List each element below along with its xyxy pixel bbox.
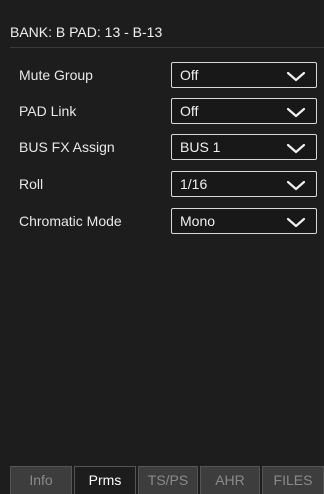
param-row-pad-link: PAD Link Off (10, 96, 324, 126)
param-row-bus-fx-assign: BUS FX Assign BUS 1 (10, 132, 324, 162)
chevron-down-icon (286, 180, 306, 191)
chevron-down-icon (286, 107, 306, 118)
bus-fx-assign-value: BUS 1 (180, 139, 221, 155)
roll-select[interactable]: 1/16 (171, 171, 317, 197)
pad-link-value: Off (180, 103, 199, 119)
tab-ts-ps[interactable]: TS/PS (138, 466, 198, 494)
tab-ahr[interactable]: AHR (200, 466, 260, 494)
bus-fx-assign-label: BUS FX Assign (19, 139, 115, 155)
param-row-roll: Roll 1/16 (10, 169, 324, 199)
tab-bar: Info Prms TS/PS AHR FILES (10, 466, 324, 494)
chromatic-mode-select[interactable]: Mono (171, 208, 317, 234)
roll-label: Roll (19, 176, 44, 192)
roll-value: 1/16 (180, 176, 208, 192)
chevron-down-icon (286, 143, 306, 154)
param-row-mute-group: Mute Group Off (10, 60, 324, 90)
pad-parameters-panel: BANK: B PAD: 13 - B-13 Mute Group Off PA… (0, 0, 324, 494)
pad-link-select[interactable]: Off (171, 98, 317, 124)
header-divider (10, 47, 324, 48)
pad-link-label: PAD Link (19, 103, 77, 119)
chevron-down-icon (286, 217, 306, 228)
pad-title: BANK: B PAD: 13 - B-13 (10, 24, 163, 40)
mute-group-label: Mute Group (19, 67, 93, 83)
chevron-down-icon (286, 71, 306, 82)
param-row-chromatic-mode: Chromatic Mode Mono (10, 206, 324, 236)
bus-fx-assign-select[interactable]: BUS 1 (171, 134, 317, 160)
chromatic-mode-label: Chromatic Mode (19, 213, 122, 229)
tab-files[interactable]: FILES (262, 466, 324, 494)
mute-group-select[interactable]: Off (171, 62, 317, 88)
mute-group-value: Off (180, 67, 199, 83)
tab-prms[interactable]: Prms (74, 466, 136, 494)
tab-info[interactable]: Info (10, 466, 72, 494)
chromatic-mode-value: Mono (180, 213, 216, 229)
